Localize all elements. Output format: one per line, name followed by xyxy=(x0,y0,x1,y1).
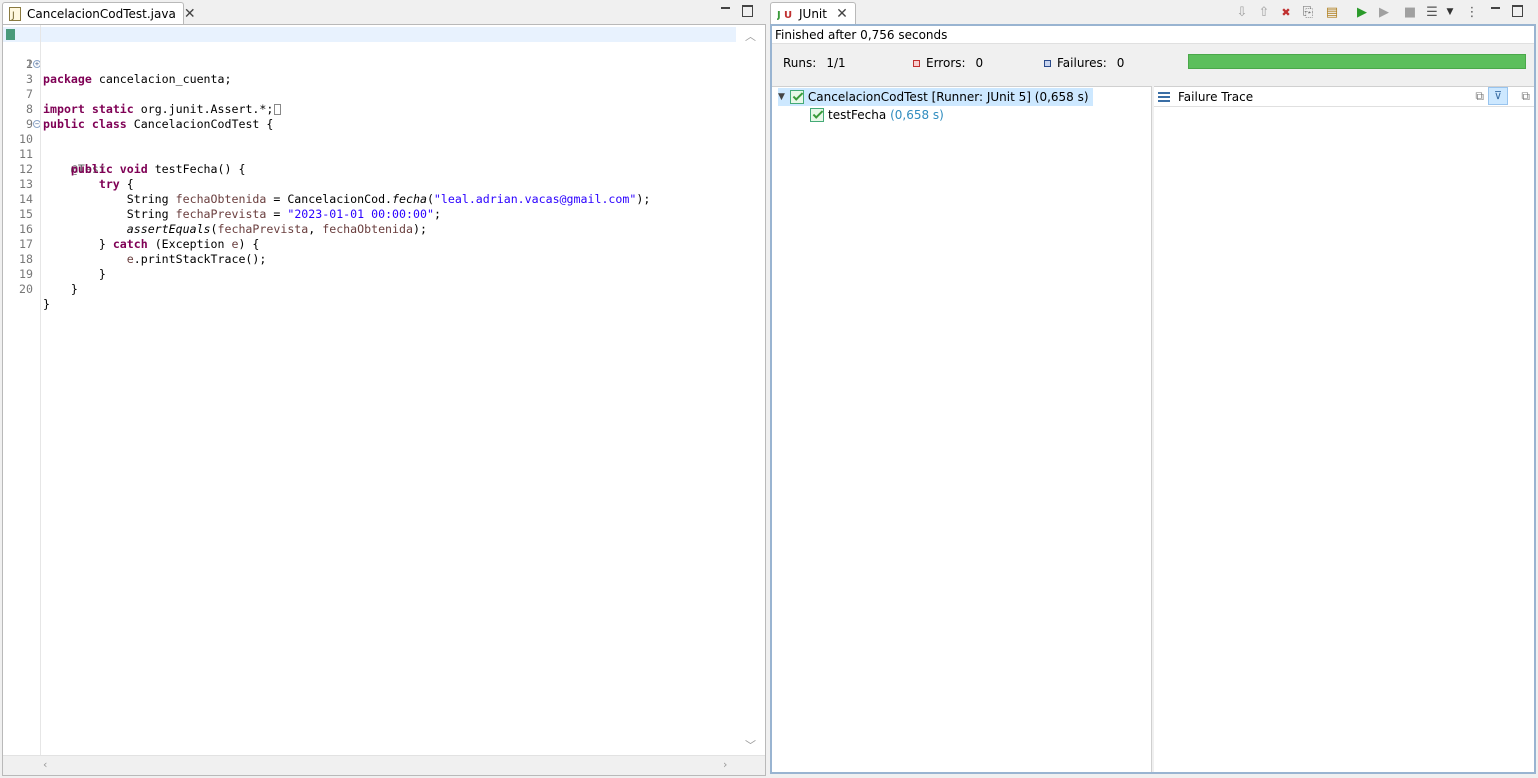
errors-counter: Errors: 0 xyxy=(913,56,983,70)
junit-view: Finished after 0,756 seconds Runs: 1/1 E… xyxy=(770,24,1536,774)
progress-bar xyxy=(1188,54,1526,69)
stack-trace-icon xyxy=(1158,91,1170,102)
next-failure-icon[interactable]: ⇩ xyxy=(1234,4,1250,20)
test-suite-passed-icon xyxy=(789,90,804,104)
view-menu-icon[interactable]: ⋮ xyxy=(1464,4,1480,20)
copy-trace-icon[interactable]: ⧉ xyxy=(1521,89,1530,104)
filter-stack-trace-icon[interactable]: ⊽ xyxy=(1488,87,1508,105)
failure-trace-title: Failure Trace xyxy=(1178,89,1254,104)
failures-label: Failures: xyxy=(1057,56,1107,70)
bookmark-marker-icon xyxy=(6,29,15,40)
tree-item-test-class[interactable]: ▼ CancelacionCodTest [Runner: JUnit 5] (… xyxy=(778,88,1093,106)
code-line[interactable]: 8 public class CancelacionCodTest { xyxy=(3,87,736,131)
chevron-down-icon[interactable]: ▼ xyxy=(1442,4,1458,20)
editor-tabbar: J CancelacionCodTest.java ✕ xyxy=(0,0,766,24)
code-line[interactable]: 7 xyxy=(3,72,736,101)
code-editor[interactable]: 1 package cancelacion_cuenta; 2 3 + impo… xyxy=(2,24,766,776)
code-line[interactable]: 14 String fechaPrevista = "2023-01-01 00… xyxy=(3,177,736,221)
test-tree[interactable]: ▼ CancelacionCodTest [Runner: JUnit 5] (… xyxy=(772,86,1152,772)
code-line[interactable]: 20 } xyxy=(3,267,736,311)
junit-icon: JU xyxy=(776,7,793,21)
test-method-label: testFecha xyxy=(828,108,887,122)
test-method-time: (0,658 s) xyxy=(890,108,944,122)
java-file-icon: J xyxy=(9,6,21,21)
previous-failure-icon[interactable]: ⇧ xyxy=(1256,4,1272,20)
compare-results-icon[interactable]: ⧉ xyxy=(1475,89,1484,104)
code-line[interactable]: 2 xyxy=(3,42,736,71)
stop-icon[interactable]: ■ xyxy=(1402,4,1418,20)
test-class-label: CancelacionCodTest [Runner: JUnit 5] xyxy=(807,90,1031,104)
scroll-down-icon[interactable]: ﹀ xyxy=(745,737,756,753)
runs-value: 1/1 xyxy=(826,56,846,70)
minimize-button[interactable] xyxy=(718,4,732,18)
junit-pane: JU JUnit ✕ ⇩ ⇧ ✖ ⎘ ▤ ▶ ▶ ■ ☰ ▼ ⋮ Finishe… xyxy=(768,0,1538,778)
scroll-up-icon[interactable]: ︿ xyxy=(745,28,756,44)
junit-tab-label: JUnit xyxy=(799,6,827,21)
svg-text:J: J xyxy=(777,10,781,21)
maximize-button[interactable] xyxy=(1510,4,1524,18)
line-number: 20 xyxy=(19,282,33,296)
errors-label: Errors: xyxy=(926,56,966,70)
code-area[interactable]: 1 package cancelacion_cuenta; 2 3 + impo… xyxy=(3,25,736,755)
vertical-scrollbar[interactable]: ︿ ﹀ xyxy=(737,25,765,755)
failures-counter: Failures: 0 xyxy=(1044,56,1124,70)
ruler-divider xyxy=(40,25,41,755)
code-text: } xyxy=(70,282,78,296)
junit-tabbar: JU JUnit ✕ ⇩ ⇧ ✖ ⎘ ▤ ▶ ▶ ■ ☰ ▼ ⋮ xyxy=(768,0,1538,24)
close-icon[interactable]: ✕ xyxy=(835,6,849,22)
show-failures-only-icon[interactable]: ✖ xyxy=(1278,4,1294,20)
code-line[interactable]: 10 − @Test xyxy=(3,117,736,176)
junit-tab[interactable]: JU JUnit ✕ xyxy=(770,2,856,24)
close-icon[interactable]: ✕ xyxy=(184,6,196,22)
code-line[interactable]: 13 String fechaObtenida = CancelacionCod… xyxy=(3,162,736,206)
test-run-history-icon[interactable]: ☰ xyxy=(1424,4,1440,20)
editor-tab[interactable]: J CancelacionCodTest.java ✕ xyxy=(2,2,196,24)
horizontal-scrollbar[interactable]: ‹ › xyxy=(3,755,765,775)
code-line[interactable]: 18 } xyxy=(3,237,736,281)
code-line[interactable]: 12 try { xyxy=(3,147,736,191)
code-line[interactable]: 9 xyxy=(3,102,736,131)
code-line[interactable]: 16 } catch (Exception e) { xyxy=(3,207,736,251)
svg-text:U: U xyxy=(784,10,792,21)
code-line[interactable]: 3 + import static org.junit.Assert.*; xyxy=(3,57,736,116)
chevron-down-icon[interactable]: ▼ xyxy=(778,92,785,102)
code-line[interactable]: 15 assertEquals(fechaPrevista, fechaObte… xyxy=(3,192,736,236)
minimize-button[interactable] xyxy=(1488,4,1502,18)
rerun-test-icon[interactable]: ▶ xyxy=(1354,4,1370,20)
errors-value: 0 xyxy=(975,56,984,70)
maximize-button[interactable] xyxy=(740,4,754,18)
scroll-lock-icon[interactable]: ⎘ xyxy=(1300,4,1316,20)
editor-pane: J CancelacionCodTest.java ✕ 1 package ca… xyxy=(0,0,766,778)
runs-label: Runs: xyxy=(783,56,817,70)
editor-tab-label: CancelacionCodTest.java xyxy=(27,6,176,21)
test-passed-icon xyxy=(810,108,824,122)
failure-icon xyxy=(1044,59,1051,67)
scroll-left-icon[interactable]: ‹ xyxy=(43,758,47,771)
error-icon xyxy=(913,59,920,67)
rerun-failed-icon[interactable]: ▶ xyxy=(1376,4,1392,20)
code-line[interactable]: 1 package cancelacion_cuenta; xyxy=(3,27,736,86)
code-line[interactable]: 17 e.printStackTrace(); xyxy=(3,222,736,266)
code-line[interactable]: 19 } xyxy=(3,252,736,296)
counters-panel: Runs: 1/1 Errors: 0 Failures: 0 xyxy=(772,44,1534,86)
failure-trace-header: Failure Trace ⧉ ⊽ ⧉ xyxy=(1154,87,1534,107)
scroll-right-icon[interactable]: › xyxy=(723,758,727,771)
test-class-time: (0,658 s) xyxy=(1034,90,1089,104)
code-text: } xyxy=(43,297,50,311)
code-line[interactable]: 11 public void testFecha() { xyxy=(3,132,736,176)
failures-value: 0 xyxy=(1116,56,1125,70)
runs-counter: Runs: 1/1 xyxy=(783,56,846,70)
tree-item-test-method[interactable]: testFecha (0,658 s) xyxy=(810,106,944,124)
svg-text:J: J xyxy=(11,11,15,21)
run-status: Finished after 0,756 seconds xyxy=(772,26,1534,44)
show-skipped-icon[interactable]: ▤ xyxy=(1324,4,1340,20)
failure-trace-panel: Failure Trace ⧉ ⊽ ⧉ xyxy=(1154,86,1534,772)
